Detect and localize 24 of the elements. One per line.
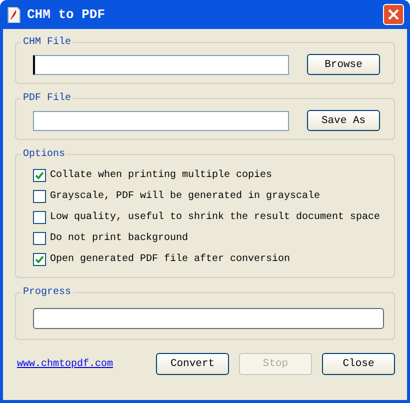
app-icon	[7, 6, 21, 22]
file-path-field[interactable]	[33, 110, 289, 130]
checkbox-label: Grayscale, PDF will be generated in grayscale	[50, 191, 320, 202]
file-path-field[interactable]	[33, 54, 289, 74]
group-label: Options	[22, 149, 66, 160]
action-button[interactable]: Convert	[156, 353, 229, 375]
group-label: Progress	[22, 287, 72, 298]
group-label: CHM File	[22, 37, 72, 48]
file-button[interactable]: Save As	[307, 110, 380, 131]
close-icon[interactable]	[383, 4, 404, 25]
file-button[interactable]: Browse	[307, 54, 380, 75]
checkbox-label: Collate when printing multiple copies	[50, 170, 272, 181]
website-link[interactable]: www.chmtopdf.com	[17, 358, 146, 370]
checkbox-label: Do not print background	[50, 233, 188, 244]
checkbox[interactable]	[33, 232, 46, 245]
checkbox-label: Low quality, useful to shrink the result document space	[50, 212, 380, 223]
window-title: CHM to PDF	[27, 7, 106, 22]
checkbox[interactable]	[33, 190, 46, 203]
action-button[interactable]: Close	[322, 353, 395, 375]
checkbox[interactable]	[33, 211, 46, 224]
checkbox[interactable]	[33, 253, 46, 266]
checkbox[interactable]	[33, 169, 46, 182]
group-label: PDF File	[22, 93, 72, 104]
checkbox-label: Open generated PDF file after conversion	[50, 254, 290, 265]
